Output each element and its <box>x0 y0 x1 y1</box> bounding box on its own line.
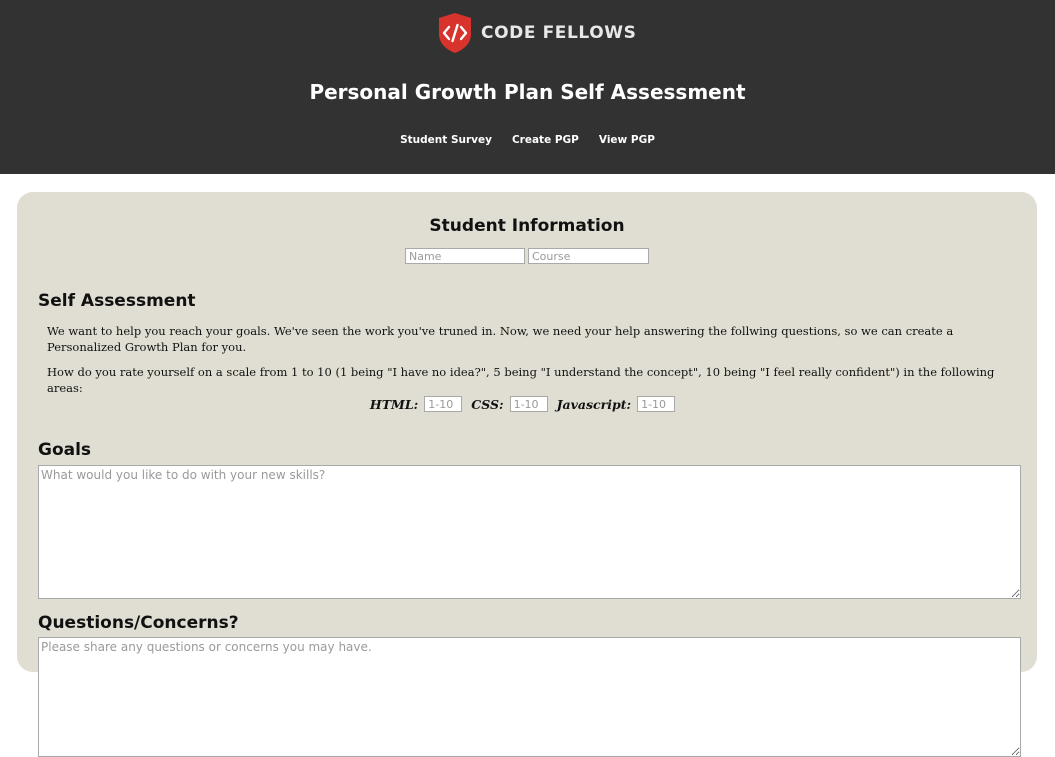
code-brackets-shield-icon <box>437 12 473 54</box>
brand-name: CODE FELLOWS <box>481 23 637 43</box>
goals-textarea[interactable] <box>38 465 1021 599</box>
css-rating-input[interactable] <box>509 396 548 412</box>
page-title: Personal Growth Plan Self Assessment <box>309 80 746 104</box>
student-information-heading: Student Information <box>429 216 625 236</box>
nav-create-pgp[interactable]: Create PGP <box>512 134 579 146</box>
nav-student-survey[interactable]: Student Survey <box>400 134 492 146</box>
brand-logo[interactable]: CODE FELLOWS <box>437 12 637 54</box>
self-assessment-heading: Self Assessment <box>38 291 196 311</box>
name-input[interactable] <box>405 248 525 264</box>
javascript-rating-input[interactable] <box>637 396 676 412</box>
html-rating-input[interactable] <box>424 396 463 412</box>
javascript-rating-label: Javascript: <box>556 396 632 412</box>
site-header: CODE FELLOWS Personal Growth Plan Self A… <box>0 0 1055 174</box>
html-rating-label: HTML: <box>369 396 419 412</box>
css-rating-label: CSS: <box>471 396 504 412</box>
questions-concerns-textarea[interactable] <box>38 637 1021 757</box>
assessment-form: Student Information Self Assessment We w… <box>17 192 1037 757</box>
main-nav: Student Survey Create PGP View PGP <box>0 134 1055 146</box>
self-assessment-intro: We want to help you reach your goals. We… <box>47 324 954 354</box>
skill-ratings: HTML: CSS: Javascript: <box>17 396 1037 412</box>
self-assessment-question: How do you rate yourself on a scale from… <box>47 365 995 395</box>
nav-view-pgp[interactable]: View PGP <box>599 134 655 146</box>
course-input[interactable] <box>528 248 649 264</box>
goals-heading: Goals <box>38 440 92 460</box>
questions-concerns-heading: Questions/Concerns? <box>38 613 239 633</box>
